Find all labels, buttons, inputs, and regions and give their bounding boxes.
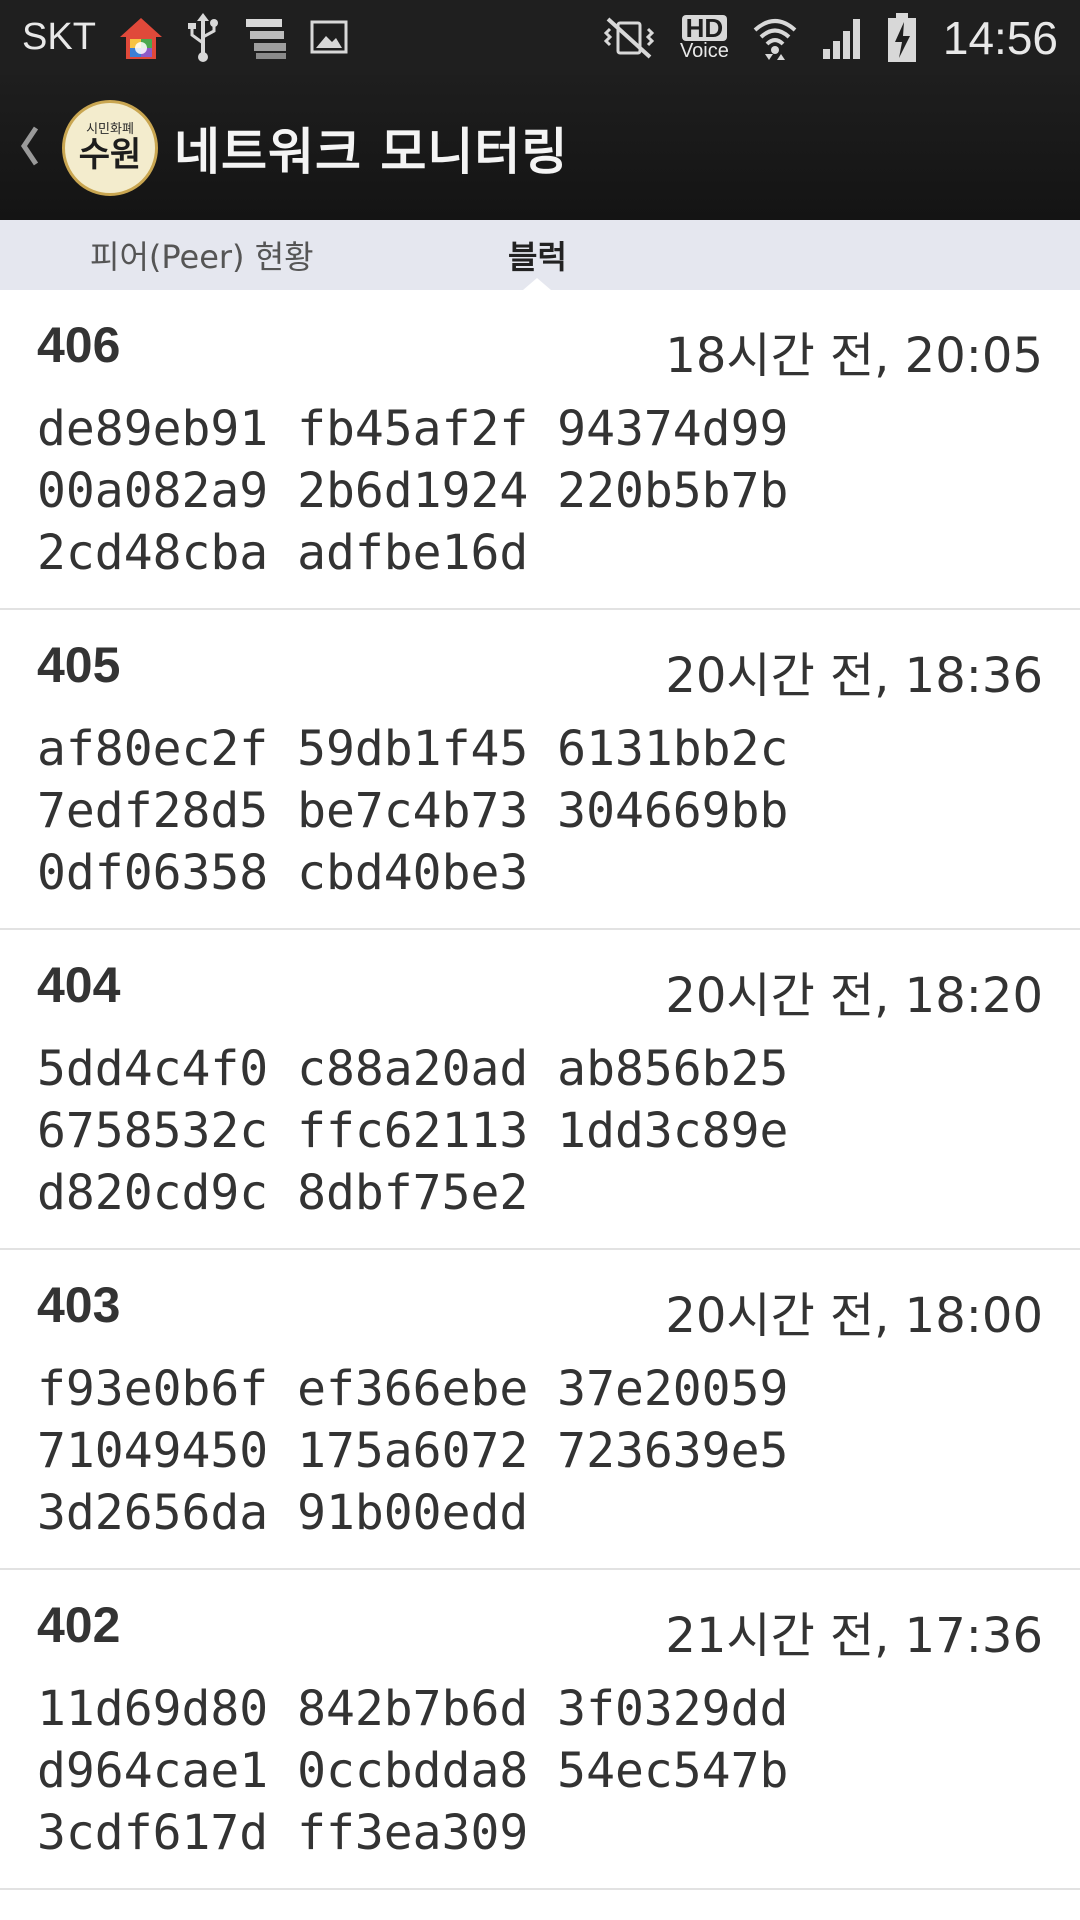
block-hash: 11d69d80 842b7b6d 3f0329dd d964cae1 0ccb… [37, 1678, 857, 1864]
block-timestamp: 20시간 전, 18:20 [665, 968, 1043, 1024]
status-left-group: SKT [22, 8, 350, 68]
clock: 14:56 [942, 11, 1058, 64]
block-hash-line: 3d2656da 91b00edd [37, 1485, 529, 1541]
tab-blocks-label: 블럭 [508, 238, 567, 276]
block-list-item[interactable]: 402 21시간 전, 17:36 11d69d80 842b7b6d 3f03… [0, 1570, 1080, 1890]
tab-peers[interactable]: 피어(Peer) 현황 [90, 220, 314, 290]
block-hash: de89eb91 fb45af2f 94374d99 00a082a9 2b6d… [37, 398, 857, 584]
vibrate-mute-icon [600, 8, 658, 68]
block-hash: f93e0b6f ef366ebe 37e20059 71049450 175a… [37, 1358, 857, 1544]
page-title: 네트워크 모니터링 [174, 122, 569, 181]
selected-tab-indicator [523, 278, 551, 290]
status-right-group: HD Voice 14:56 [600, 8, 1058, 68]
back-button[interactable] [10, 124, 50, 172]
block-hash-line: d964cae1 0ccbdda8 54ec547b [37, 1743, 789, 1799]
block-hash: 5dd4c4f0 c88a20ad ab856b25 6758532c ffc6… [37, 1038, 857, 1224]
block-number: 406 [37, 317, 121, 373]
block-list: 406 18시간 전, 20:05 de89eb91 fb45af2f 9437… [0, 290, 1080, 1890]
image-icon [310, 8, 350, 68]
block-hash-line: 5dd4c4f0 c88a20ad ab856b25 [37, 1041, 789, 1097]
status-bar: SKT HD Voice 14:56 [0, 0, 1080, 75]
block-hash-line: 2cd48cba adfbe16d [37, 525, 529, 581]
block-hash-line: 71049450 175a6072 723639e5 [37, 1423, 789, 1479]
block-number: 404 [37, 957, 121, 1013]
block-hash: af80ec2f 59db1f45 6131bb2c 7edf28d5 be7c… [37, 718, 857, 904]
block-hash-line: 3cdf617d ff3ea309 [37, 1805, 529, 1861]
block-list-item[interactable]: 404 20시간 전, 18:20 5dd4c4f0 c88a20ad ab85… [0, 930, 1080, 1250]
hd-label: HD [681, 14, 728, 41]
block-timestamp: 18시간 전, 20:05 [665, 328, 1043, 384]
block-number: 405 [37, 637, 121, 693]
block-number: 402 [37, 1597, 121, 1653]
usb-icon [186, 8, 220, 68]
block-list-item[interactable]: 403 20시간 전, 18:00 f93e0b6f ef366ebe 37e2… [0, 1250, 1080, 1570]
block-hash-line: d820cd9c 8dbf75e2 [37, 1165, 529, 1221]
block-timestamp: 20시간 전, 18:00 [665, 1288, 1043, 1344]
notification-stack-icon [242, 8, 288, 68]
block-hash-line: de89eb91 fb45af2f 94374d99 [37, 401, 789, 457]
block-hash-line: 00a082a9 2b6d1924 220b5b7b [37, 463, 789, 519]
block-list-item[interactable]: 406 18시간 전, 20:05 de89eb91 fb45af2f 9437… [0, 290, 1080, 610]
voice-label: Voice [679, 39, 729, 62]
block-hash-line: f93e0b6f ef366ebe 37e20059 [37, 1361, 789, 1417]
app-logo[interactable]: 시민화폐 수원 [62, 99, 158, 196]
chevron-left-icon [18, 124, 42, 172]
wifi-icon [751, 8, 799, 68]
block-hash-line: 6758532c ffc62113 1dd3c89e [37, 1103, 789, 1159]
block-hash-line: af80ec2f 59db1f45 6131bb2c [37, 721, 789, 777]
home-app-icon [118, 8, 164, 68]
block-list-item[interactable]: 405 20시간 전, 18:36 af80ec2f 59db1f45 6131… [0, 610, 1080, 930]
block-hash-line: 7edf28d5 be7c4b73 304669bb [37, 783, 789, 839]
carrier-label: SKT [22, 16, 96, 58]
hd-voice-icon: HD Voice [679, 14, 729, 62]
block-hash-line: 0df06358 cbd40be3 [37, 845, 529, 901]
app-bar: 시민화폐 수원 네트워크 모니터링 [0, 75, 1080, 220]
app-logo-text: 수원 [78, 135, 142, 175]
tab-bar: 피어(Peer) 현황 블럭 [0, 220, 1080, 290]
block-hash-line: 11d69d80 842b7b6d 3f0329dd [37, 1681, 789, 1737]
block-number: 403 [37, 1277, 121, 1333]
battery-charging-icon [887, 8, 917, 68]
tab-peers-label: 피어(Peer) 현황 [90, 238, 314, 276]
signal-icon [821, 8, 865, 68]
block-timestamp: 21시간 전, 17:36 [665, 1608, 1043, 1664]
block-timestamp: 20시간 전, 18:36 [665, 648, 1043, 704]
